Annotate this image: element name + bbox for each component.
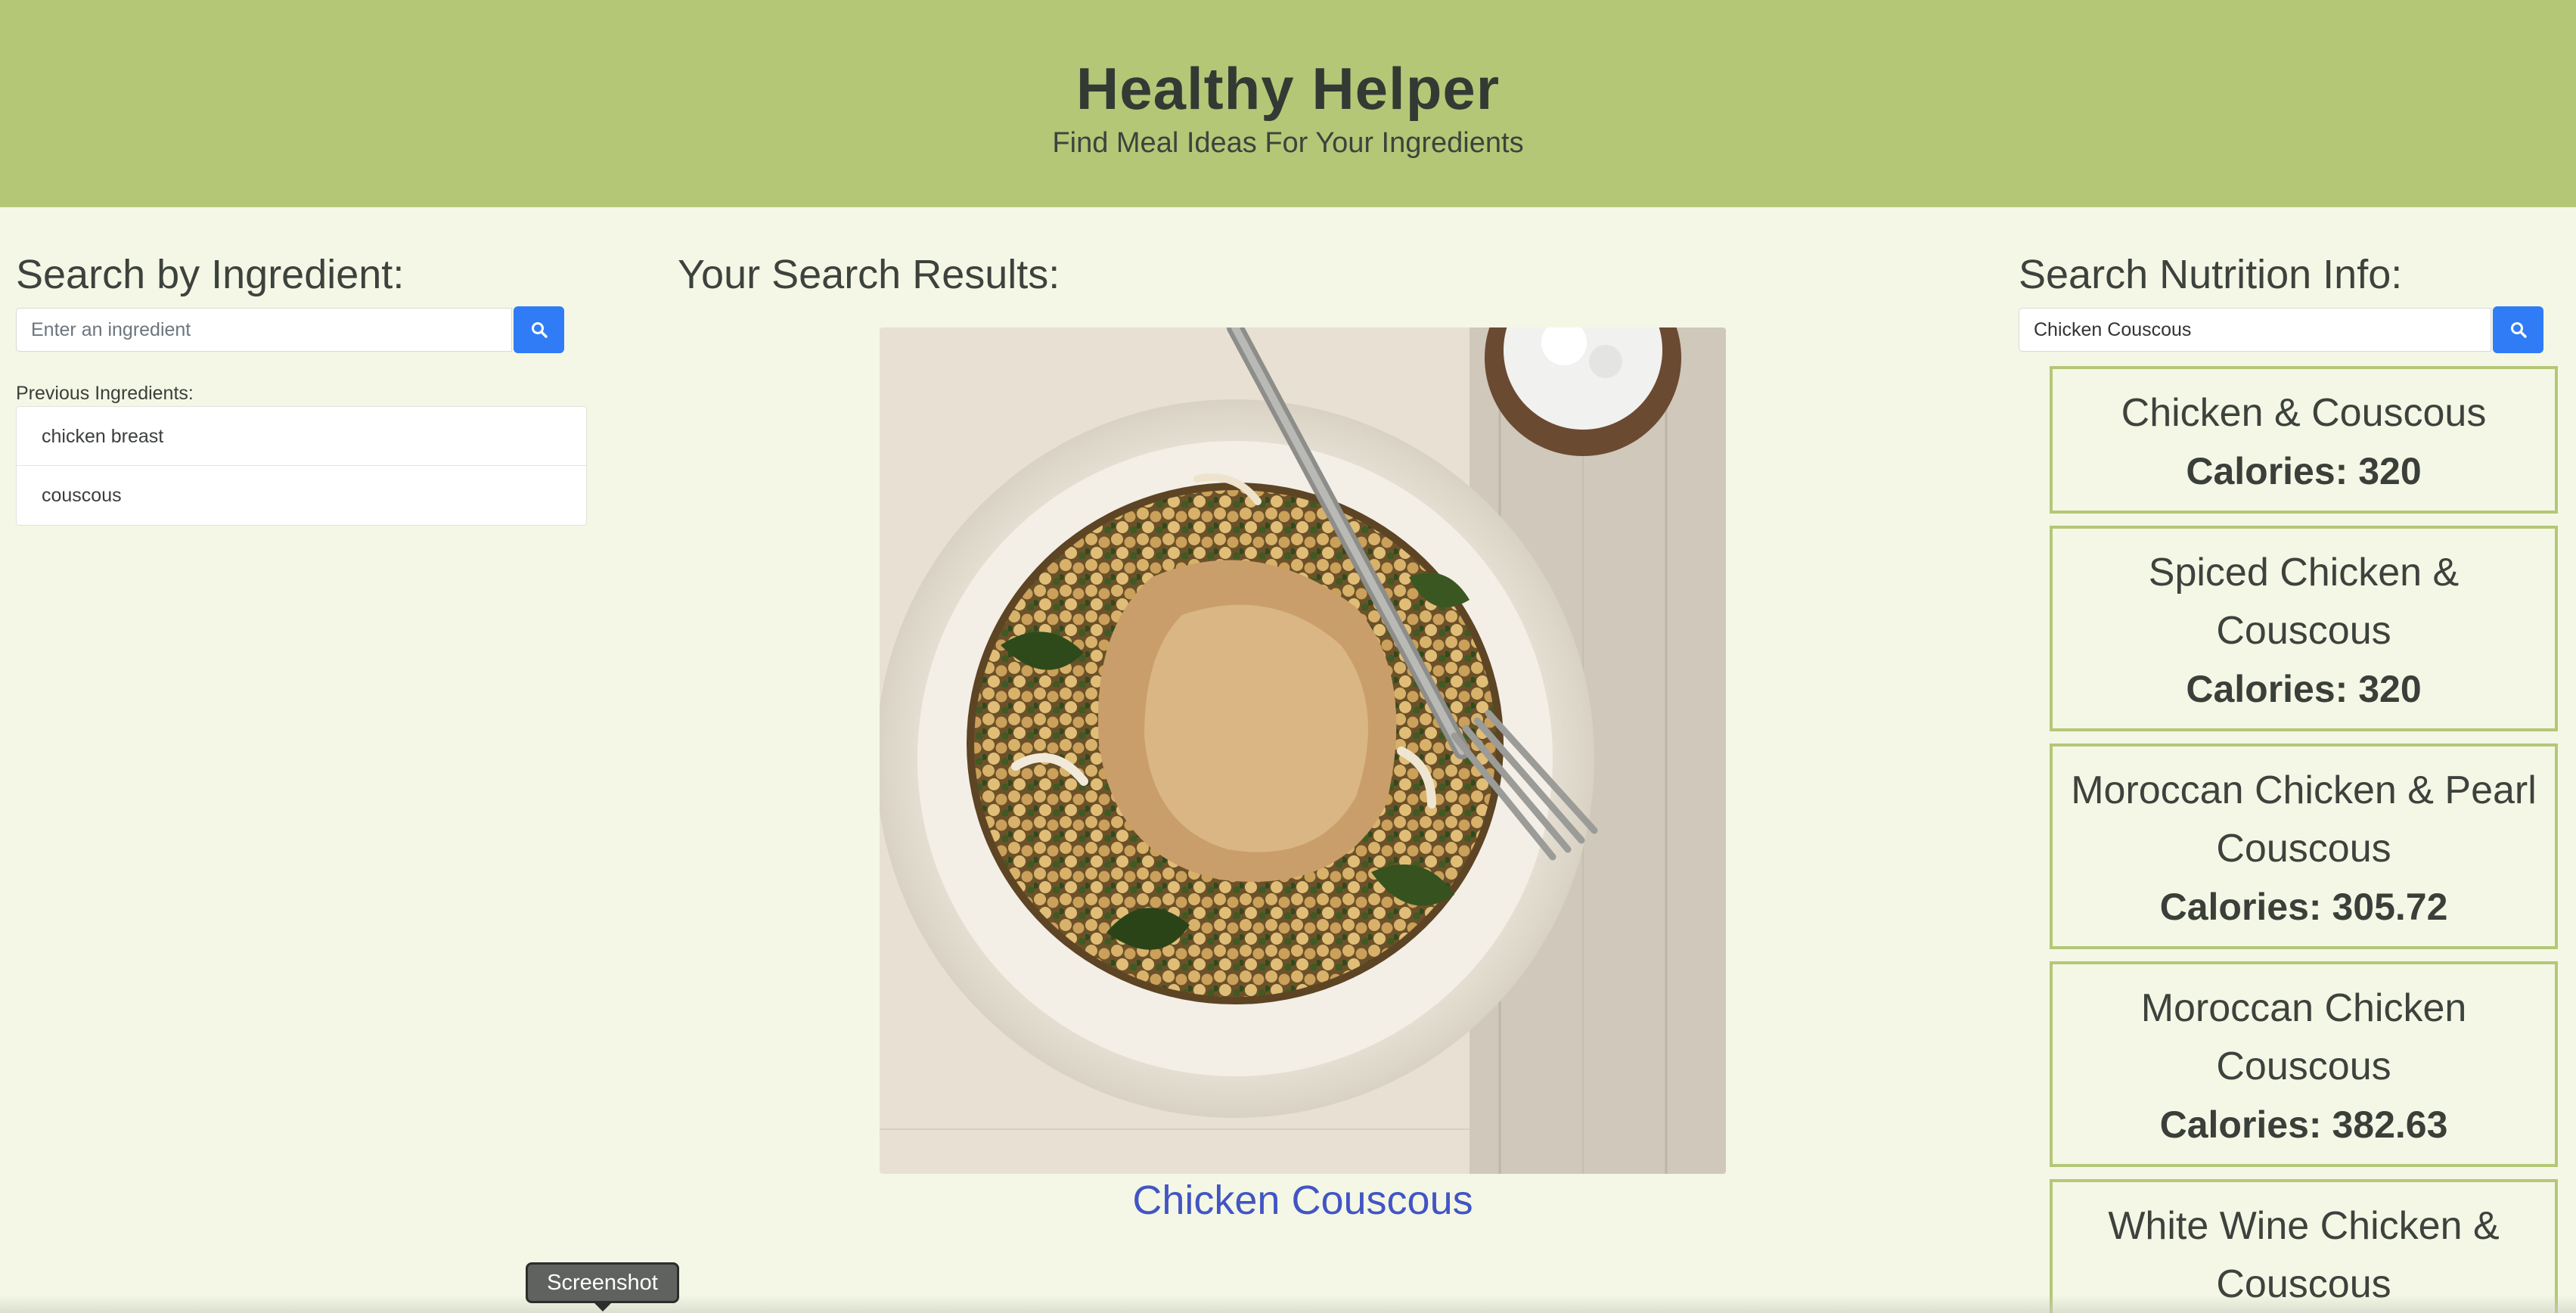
app-header: Healthy Helper Find Meal Ideas For Your … bbox=[0, 0, 2576, 207]
nutrition-card-calories: Calories: 320 bbox=[2186, 668, 2422, 710]
ingredient-search-bar bbox=[16, 306, 564, 353]
ingredient-search-input[interactable] bbox=[16, 308, 512, 352]
search-icon bbox=[2510, 322, 2527, 338]
previous-ingredient-item[interactable]: chicken breast bbox=[17, 407, 586, 466]
nutrition-card[interactable]: Moroccan Chicken Couscous Calories: 382.… bbox=[2050, 961, 2558, 1167]
recipe-image[interactable] bbox=[880, 327, 1726, 1174]
nutrition-search-input[interactable] bbox=[2019, 308, 2491, 352]
nutrition-card[interactable]: Chicken & Couscous Calories: 320 bbox=[2050, 366, 2558, 514]
nutrition-card-calories: Calories: 305.72 bbox=[2159, 886, 2448, 928]
nutrition-card-name: Chicken & Couscous bbox=[2121, 391, 2487, 435]
nutrition-search-button[interactable] bbox=[2493, 306, 2543, 353]
nutrition-search-heading: Search Nutrition Info: bbox=[2019, 252, 2403, 297]
tooltip-arrow bbox=[593, 1302, 613, 1311]
previous-ingredients-label: Previous Ingredients: bbox=[16, 383, 194, 404]
nutrition-card-name: Moroccan Chicken & Pearl Couscous bbox=[2071, 768, 2537, 871]
ingredient-search-button[interactable] bbox=[514, 306, 564, 353]
nutrition-card[interactable]: Spiced Chicken & Couscous Calories: 320 bbox=[2050, 526, 2558, 731]
nutrition-search-bar bbox=[2019, 306, 2543, 353]
chicken-couscous-photo bbox=[880, 327, 1726, 1174]
nutrition-card-name: Moroccan Chicken Couscous bbox=[2140, 986, 2467, 1088]
search-icon bbox=[531, 322, 548, 338]
app-title: Healthy Helper bbox=[1075, 55, 1501, 122]
ingredient-search-heading: Search by Ingredient: bbox=[16, 252, 405, 297]
nutrition-card-name: Spiced Chicken & Couscous bbox=[2148, 551, 2460, 653]
screenshot-tooltip: Screenshot bbox=[526, 1262, 679, 1303]
nutrition-card-calories: Calories: 382.63 bbox=[2159, 1103, 2448, 1146]
previous-ingredient-item[interactable]: couscous bbox=[17, 466, 586, 525]
nutrition-card[interactable]: Moroccan Chicken & Pearl Couscous Calori… bbox=[2050, 743, 2558, 949]
bottom-edge-shadow bbox=[0, 1295, 2576, 1313]
nutrition-card[interactable]: White Wine Chicken & Couscous bbox=[2050, 1179, 2558, 1313]
nutrition-card-calories: Calories: 320 bbox=[2186, 450, 2422, 492]
previous-ingredients-list: chicken breast couscous bbox=[16, 406, 587, 526]
recipe-title-link[interactable]: Chicken Couscous bbox=[880, 1177, 1726, 1224]
app-subtitle: Find Meal Ideas For Your Ingredients bbox=[1052, 127, 1524, 159]
search-results-heading: Your Search Results: bbox=[678, 252, 1060, 297]
